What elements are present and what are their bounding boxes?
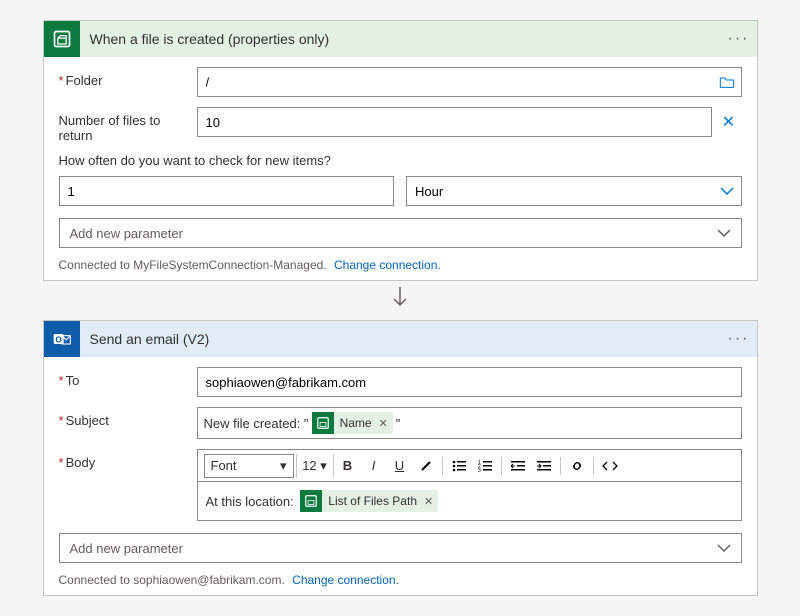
filesystem-icon [312, 412, 334, 434]
font-size-select[interactable]: 12 ▾ [296, 454, 334, 478]
token-name[interactable]: Name ✕ [312, 412, 393, 434]
svg-text:3: 3 [478, 468, 481, 472]
trigger-menu-button[interactable]: ··· [721, 30, 757, 48]
chevron-down-icon [717, 543, 731, 553]
action-title: Send an email (V2) [90, 331, 721, 347]
add-parameter-label: Add new parameter [70, 226, 183, 241]
interval-input[interactable] [59, 176, 395, 206]
clear-icon[interactable]: ✕ [720, 113, 738, 131]
subject-input[interactable]: New file created: " Name ✕ " [197, 407, 742, 439]
numbered-list-button[interactable]: 123 [473, 453, 497, 479]
folder-label: Folder [59, 67, 197, 88]
filesystem-icon [300, 490, 322, 512]
outdent-button[interactable] [506, 453, 530, 479]
code-view-button[interactable] [598, 453, 622, 479]
to-input[interactable] [197, 367, 742, 397]
filesystem-icon [44, 21, 80, 57]
add-parameter-dropdown[interactable]: Add new parameter [59, 218, 742, 248]
underline-button[interactable]: U [388, 453, 412, 479]
trigger-title: When a file is created (properties only) [90, 31, 721, 47]
bullet-list-button[interactable] [447, 453, 471, 479]
add-parameter-label: Add new parameter [70, 541, 183, 556]
color-button[interactable] [414, 453, 438, 479]
change-connection-link[interactable]: Change connection. [292, 573, 399, 587]
token-remove-icon[interactable]: ✕ [423, 495, 438, 508]
change-connection-link[interactable]: Change connection. [334, 258, 441, 272]
frequency-unit-select[interactable] [406, 176, 742, 206]
body-label: Body [59, 449, 197, 470]
link-button[interactable] [565, 453, 589, 479]
trigger-header[interactable]: When a file is created (properties only)… [44, 21, 757, 57]
num-files-input[interactable] [197, 107, 712, 137]
outlook-icon: O [44, 321, 80, 357]
to-label: To [59, 367, 197, 388]
rich-text-toolbar: Font▾ 12 ▾ B I U 123 [197, 449, 742, 481]
add-parameter-dropdown[interactable]: Add new parameter [59, 533, 742, 563]
flow-arrow-icon [43, 287, 758, 314]
folder-input[interactable] [197, 67, 742, 97]
italic-button[interactable]: I [362, 453, 386, 479]
trigger-footer: Connected to MyFileSystemConnection-Mana… [59, 258, 742, 272]
trigger-card: When a file is created (properties only)… [43, 20, 758, 281]
body-input[interactable]: At this location: List of Files Path ✕ [197, 481, 742, 521]
action-footer: Connected to sophiaowen@fabrikam.com. Ch… [59, 573, 742, 587]
chevron-down-icon [717, 228, 731, 238]
svg-text:O: O [55, 334, 62, 344]
action-card: O Send an email (V2) ··· To Subject New … [43, 320, 758, 596]
folder-picker-icon[interactable] [718, 73, 736, 91]
subject-label: Subject [59, 407, 197, 428]
bold-button[interactable]: B [336, 453, 360, 479]
indent-button[interactable] [532, 453, 556, 479]
action-header[interactable]: O Send an email (V2) ··· [44, 321, 757, 357]
frequency-label: How often do you want to check for new i… [59, 153, 742, 168]
font-select[interactable]: Font▾ [204, 454, 294, 478]
num-files-label: Number of files to return [59, 107, 197, 143]
action-menu-button[interactable]: ··· [721, 330, 757, 348]
token-remove-icon[interactable]: ✕ [378, 417, 393, 430]
token-files-path[interactable]: List of Files Path ✕ [300, 490, 438, 512]
